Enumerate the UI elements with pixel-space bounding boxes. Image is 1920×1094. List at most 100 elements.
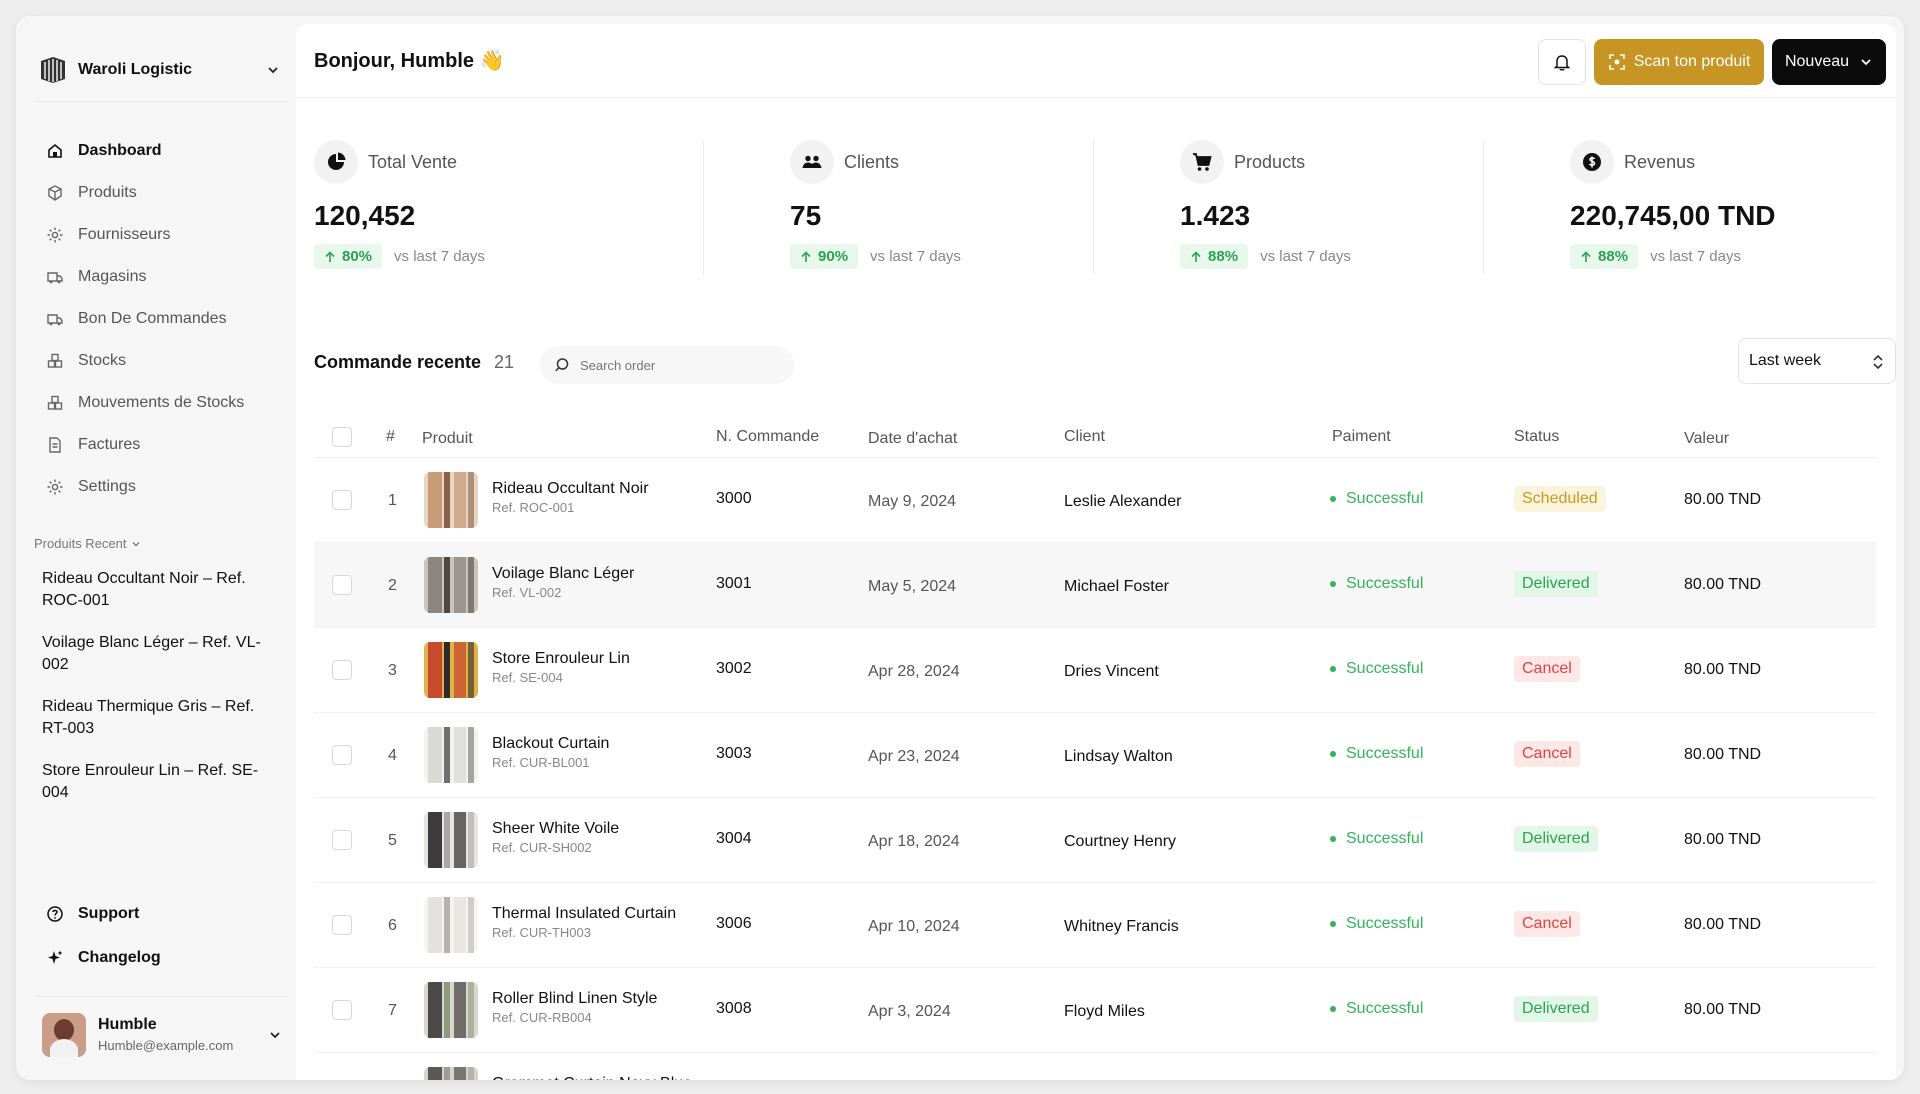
user-menu[interactable]: Humble Humble@example.com — [36, 996, 288, 1064]
stat-icon-wrap — [1570, 140, 1615, 184]
row-checkbox[interactable] — [332, 830, 352, 850]
search-input[interactable] — [580, 357, 760, 373]
topbar: Bonjour, Humble 👋 Scan ton produit Nouve… — [296, 24, 1896, 98]
nav-item-stocks[interactable]: Stocks — [40, 340, 290, 382]
row-number: 6 — [388, 917, 397, 934]
chevron-down-icon — [270, 1031, 280, 1038]
order-number: 3000 — [716, 490, 752, 507]
nav-item-support[interactable]: Support — [40, 892, 290, 936]
product-ref: Ref. ROC-001 — [492, 500, 575, 515]
nav-item-magasins[interactable]: Magasins — [40, 256, 290, 298]
product-name[interactable]: Roller Blind Linen Style — [492, 990, 657, 1008]
nav-item-produits[interactable]: Produits — [40, 172, 290, 214]
row-number: 2 — [388, 577, 397, 594]
table-row[interactable]: 8Grommet Curtain Navy Blue3009Mar 29, 20… — [314, 1053, 1876, 1080]
stat-card-clients: Clients 75 90% vs last 7 days — [704, 140, 1095, 274]
column-header-product: Produit — [422, 430, 473, 447]
client-name: Michael Foster — [1064, 578, 1169, 595]
payment-label: Successful — [1346, 490, 1424, 507]
table-row[interactable]: 1 Rideau Occultant Noir Ref. ROC-001 3000 Ma… — [314, 458, 1876, 543]
nav-item-mouvements-de-stocks[interactable]: Mouvements de Stocks — [40, 382, 290, 424]
nav-item-changelog[interactable]: Changelog — [40, 936, 290, 980]
recent-product-item[interactable]: Store Enrouleur Lin – Ref. SE-004 — [42, 760, 272, 804]
stat-icon-wrap — [1180, 140, 1225, 184]
product-info: Thermal Insulated Curtain Ref. CUR-TH003 — [492, 905, 676, 940]
payment-label: Successful — [1346, 1000, 1424, 1017]
arrow-up-icon — [1191, 250, 1201, 262]
product-name[interactable]: Grommet Curtain Navy Blue — [492, 1075, 692, 1080]
stat-label: Revenus — [1624, 151, 1696, 172]
product-name[interactable]: Rideau Occultant Noir — [492, 480, 649, 498]
scan-product-button[interactable]: Scan ton produit — [1594, 39, 1764, 85]
nav-item-dashboard[interactable]: Dashboard — [40, 130, 290, 172]
table-row[interactable]: 3 Store Enrouleur Lin Ref. SE-004 3002 Apr 2… — [314, 628, 1876, 713]
invoice-icon — [49, 437, 61, 453]
product-name[interactable]: Voilage Blanc Léger — [492, 565, 634, 583]
orders-title: Commande recente — [314, 352, 482, 372]
new-button[interactable]: Nouveau — [1772, 39, 1886, 85]
row-checkbox[interactable] — [332, 490, 352, 510]
sidebar: Waroli Logistic Dashboard Produits Fourn… — [16, 16, 296, 1080]
table-row[interactable]: 5 Sheer White Voile Ref. CUR-SH002 3004 Apr … — [314, 798, 1876, 883]
order-date: Apr 23, 2024 — [868, 748, 960, 765]
row-checkbox[interactable] — [332, 745, 352, 765]
search-box — [540, 346, 794, 384]
payment-status: Successful — [1330, 745, 1423, 763]
nav-item-fournisseurs[interactable]: Fournisseurs — [40, 214, 290, 256]
recent-product-item[interactable]: Rideau Occultant Noir – Ref. ROC-001 — [42, 568, 272, 612]
table-row[interactable]: 4 Blackout Curtain Ref. CUR-BL001 3003 Apr 2… — [314, 713, 1876, 798]
blocks-icon — [47, 395, 63, 410]
stat-label: Products — [1234, 151, 1306, 172]
notifications-button[interactable] — [1538, 39, 1586, 85]
product-name[interactable]: Thermal Insulated Curtain — [492, 905, 676, 923]
product-ref: Ref. SE-004 — [492, 670, 563, 685]
trend-value: 90% — [818, 248, 849, 265]
table-header: # Produit N. Commande Date d'achat Clien… — [314, 416, 1876, 458]
stat-value: 1.423 — [1180, 200, 1251, 231]
workspace-switcher[interactable]: Waroli Logistic — [36, 38, 288, 102]
product-thumbnail — [424, 557, 478, 613]
stat-content: Products 1.423 88% vs last 7 days — [1180, 140, 1351, 269]
brand-logo-icon — [41, 56, 65, 83]
order-date: Apr 18, 2024 — [868, 833, 960, 850]
scan-icon — [1608, 54, 1625, 70]
trend-badge: 90% — [790, 244, 859, 269]
row-checkbox[interactable] — [332, 1000, 352, 1020]
gear-icon — [47, 227, 63, 243]
stat-icon-wrap — [314, 140, 358, 184]
main-nav: Dashboard Produits Fournisseurs Magasins… — [40, 130, 290, 508]
recent-product-item[interactable]: Voilage Blanc Léger – Ref. VL-002 — [42, 632, 272, 676]
product-ref: Ref. CUR-SH002 — [492, 840, 592, 855]
stat-foot: 88% vs last 7 days — [1180, 244, 1351, 269]
table-row[interactable]: 7 Roller Blind Linen Style Ref. CUR-RB004 3… — [314, 968, 1876, 1053]
select-all-checkbox[interactable] — [332, 427, 352, 447]
nav-label: Dashboard — [78, 142, 162, 159]
table-row[interactable]: 2 Voilage Blanc Léger Ref. VL-002 3001 May 5… — [314, 543, 1876, 628]
nav-item-settings[interactable]: Settings — [40, 466, 290, 508]
stat-card-products: Products 1.423 88% vs last 7 days — [1094, 140, 1485, 274]
nav-item-factures[interactable]: Factures — [40, 424, 290, 466]
order-number: 3004 — [716, 830, 752, 847]
product-thumbnail — [424, 897, 478, 953]
product-name[interactable]: Store Enrouleur Lin — [492, 650, 630, 668]
column-header-num: # — [386, 428, 395, 445]
product-thumbnail — [424, 472, 478, 528]
stat-head: Revenus — [1570, 140, 1775, 184]
recent-products-toggle[interactable]: Produits Recent — [34, 536, 141, 551]
pie-icon — [328, 152, 346, 170]
product-name[interactable]: Blackout Curtain — [492, 735, 609, 753]
stat-foot: 90% vs last 7 days — [790, 244, 961, 269]
payment-status: Successful — [1330, 575, 1423, 593]
row-checkbox[interactable] — [332, 660, 352, 680]
row-checkbox[interactable] — [332, 575, 352, 595]
product-name[interactable]: Sheer White Voile — [492, 820, 619, 838]
nav-item-bon-de-commandes[interactable]: Bon De Commandes — [40, 298, 290, 340]
row-checkbox[interactable] — [332, 915, 352, 935]
nav-label: Settings — [78, 478, 136, 495]
recent-product-item[interactable]: Rideau Thermique Gris – Ref. RT-003 — [42, 696, 272, 740]
chevron-down-icon — [1861, 59, 1871, 66]
product-ref: Ref. CUR-TH003 — [492, 925, 591, 940]
row-number: 3 — [388, 662, 397, 679]
period-select[interactable]: Last week — [1738, 338, 1896, 384]
table-row[interactable]: 6 Thermal Insulated Curtain Ref. CUR-TH003… — [314, 883, 1876, 968]
